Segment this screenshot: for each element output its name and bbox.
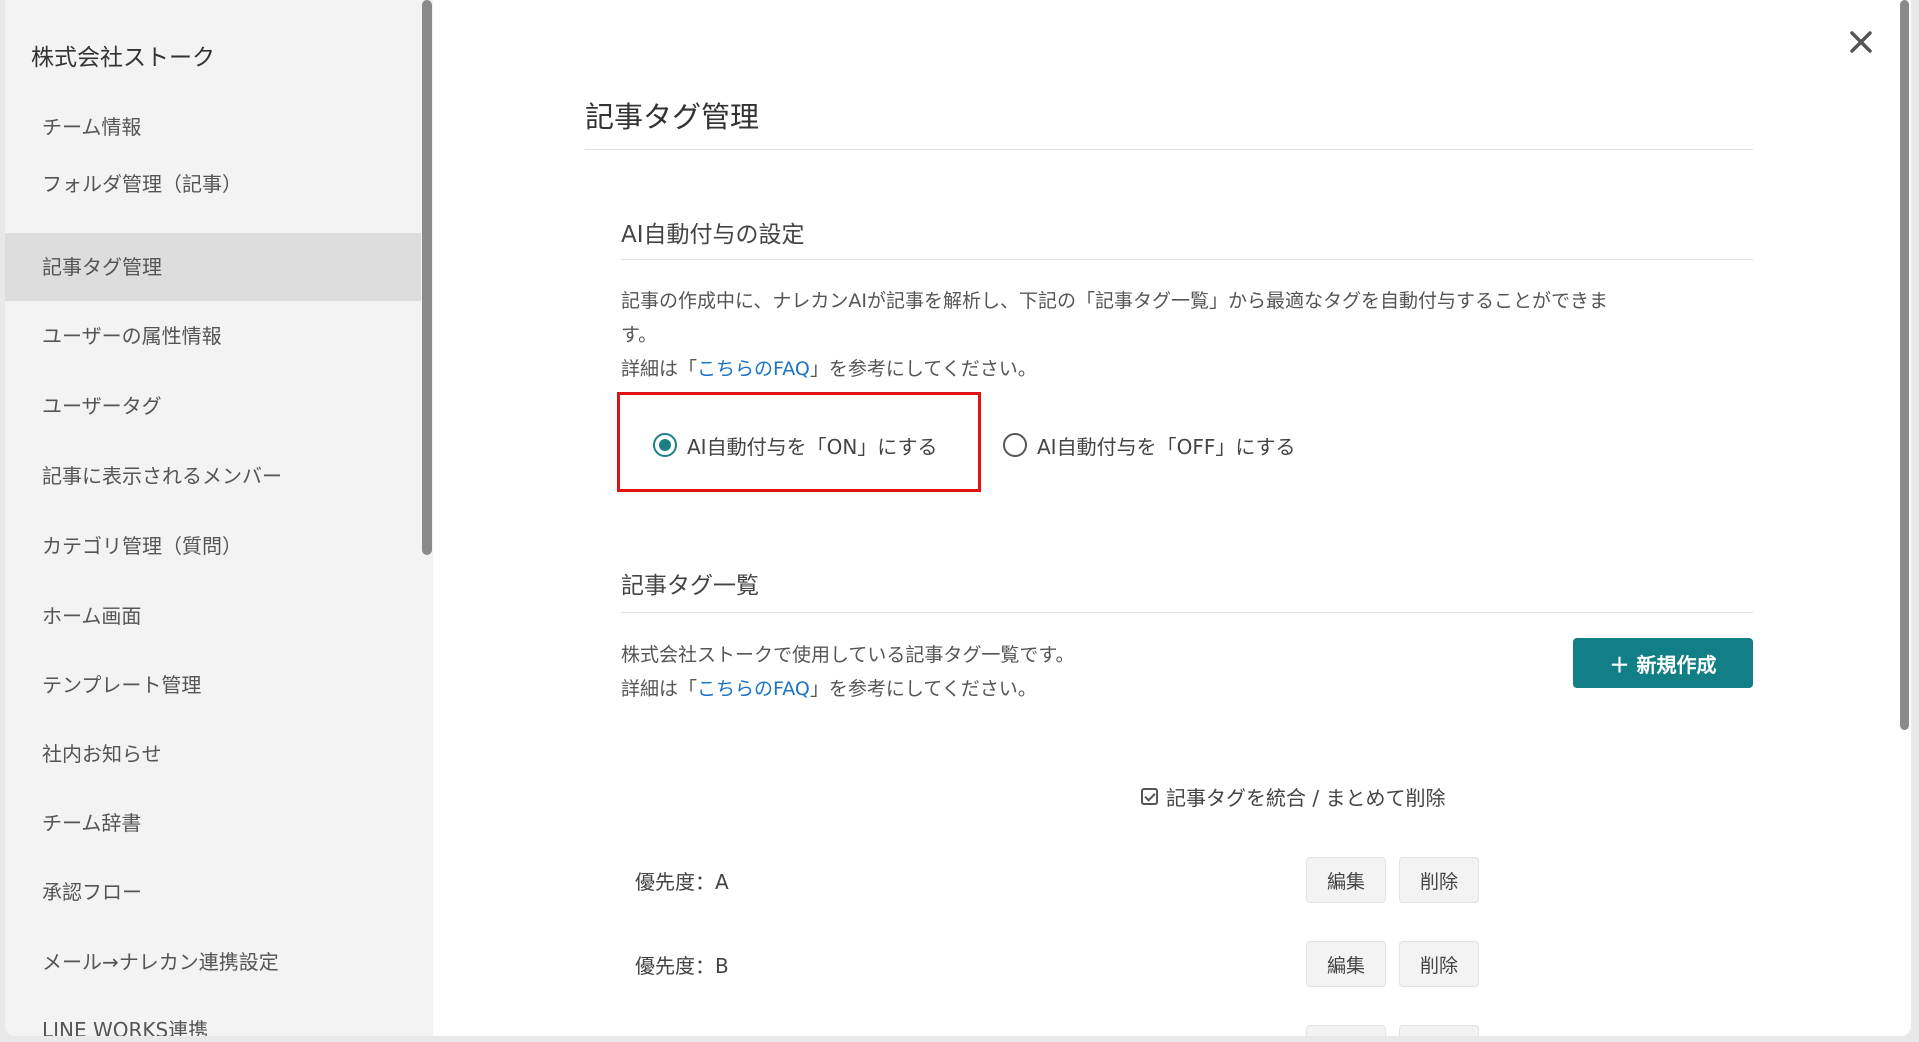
settings-window: 株式会社ストーク チーム情報 フォルダ管理（記事） 記事タグ管理 ユーザーの属性… (5, 0, 1911, 1036)
sidebar-item-line-works[interactable]: LINE WORKS連携 (5, 996, 421, 1036)
edit-button[interactable]: 編集 (1306, 941, 1386, 987)
radio-selected-icon[interactable] (653, 433, 677, 457)
tag-section-divider (621, 612, 1753, 613)
tag-description: 株式会社ストークで使用している記事タグ一覧です。 詳細は「こちらのFAQ」を参考… (621, 638, 1521, 706)
ai-faq-link[interactable]: こちらのFAQ (697, 358, 810, 380)
ai-faq-line: 詳細は「こちらのFAQ」を参考にしてください。 (621, 358, 1037, 380)
sidebar-item-folder-management[interactable]: フォルダ管理（記事） (5, 150, 421, 218)
sidebar-item-article-members[interactable]: 記事に表示されるメンバー (5, 442, 421, 510)
sidebar-item-approval-flow[interactable]: 承認フロー (5, 858, 421, 926)
new-tag-button[interactable]: ＋ 新規作成 (1573, 638, 1753, 688)
merge-delete-label: 記事タグを統合 / まとめて削除 (1166, 785, 1446, 810)
tag-faq-line: 詳細は「こちらのFAQ」を参考にしてください。 (621, 678, 1037, 700)
edit-button-partial[interactable] (1306, 1025, 1386, 1036)
sidebar-item-dictionary[interactable]: チーム辞書 (5, 789, 421, 857)
sidebar-item-user-tags[interactable]: ユーザータグ (5, 372, 421, 440)
checkbox-icon[interactable] (1141, 787, 1158, 805)
merge-delete-toggle[interactable]: 記事タグを統合 / まとめて削除 (1141, 782, 1445, 810)
title-divider (585, 149, 1753, 150)
ai-section-title: AI自動付与の設定 (621, 222, 805, 248)
sidebar-item-category-management[interactable]: カテゴリ管理（質問） (5, 512, 421, 580)
ai-off-label: AI自動付与を「OFF」にする (1037, 434, 1296, 459)
radio-unselected-icon[interactable] (1003, 433, 1027, 457)
team-name: 株式会社ストーク (31, 45, 215, 71)
sidebar-item-user-attributes[interactable]: ユーザーの属性情報 (5, 302, 421, 370)
sidebar-item-mail-integration[interactable]: メール→ナレカン連携設定 (5, 928, 421, 996)
tag-row-name: 優先度：B (635, 954, 729, 978)
ai-description: 記事の作成中に、ナレカンAIが記事を解析し、下記の「記事タグ一覧」から最適なタグ… (621, 284, 1761, 386)
main-scrollbar[interactable] (1900, 0, 1909, 730)
delete-button[interactable]: 削除 (1399, 857, 1479, 903)
sidebar-item-templates[interactable]: テンプレート管理 (5, 651, 421, 719)
delete-button-partial[interactable] (1399, 1025, 1479, 1036)
sidebar-item-home-screen[interactable]: ホーム画面 (5, 582, 421, 650)
sidebar-scrollbar[interactable] (422, 0, 432, 555)
sidebar-item-announcements[interactable]: 社内お知らせ (5, 720, 421, 788)
page-title: 記事タグ管理 (585, 100, 760, 134)
ai-section-divider (621, 259, 1753, 260)
ai-off-radio-option[interactable]: AI自動付与を「OFF」にする (1003, 428, 1296, 462)
sidebar: 株式会社ストーク チーム情報 フォルダ管理（記事） 記事タグ管理 ユーザーの属性… (5, 0, 433, 1036)
delete-button[interactable]: 削除 (1399, 941, 1479, 987)
tag-section-title: 記事タグ一覧 (621, 573, 759, 599)
tag-faq-link[interactable]: こちらのFAQ (697, 678, 810, 700)
close-icon[interactable] (1843, 24, 1879, 60)
sidebar-item-article-tags[interactable]: 記事タグ管理 (5, 233, 421, 301)
ai-on-radio-option[interactable]: AI自動付与を「ON」にする (653, 428, 937, 462)
tag-row-name: 優先度：A (635, 870, 729, 894)
edit-button[interactable]: 編集 (1306, 857, 1386, 903)
ai-on-label: AI自動付与を「ON」にする (687, 434, 938, 459)
